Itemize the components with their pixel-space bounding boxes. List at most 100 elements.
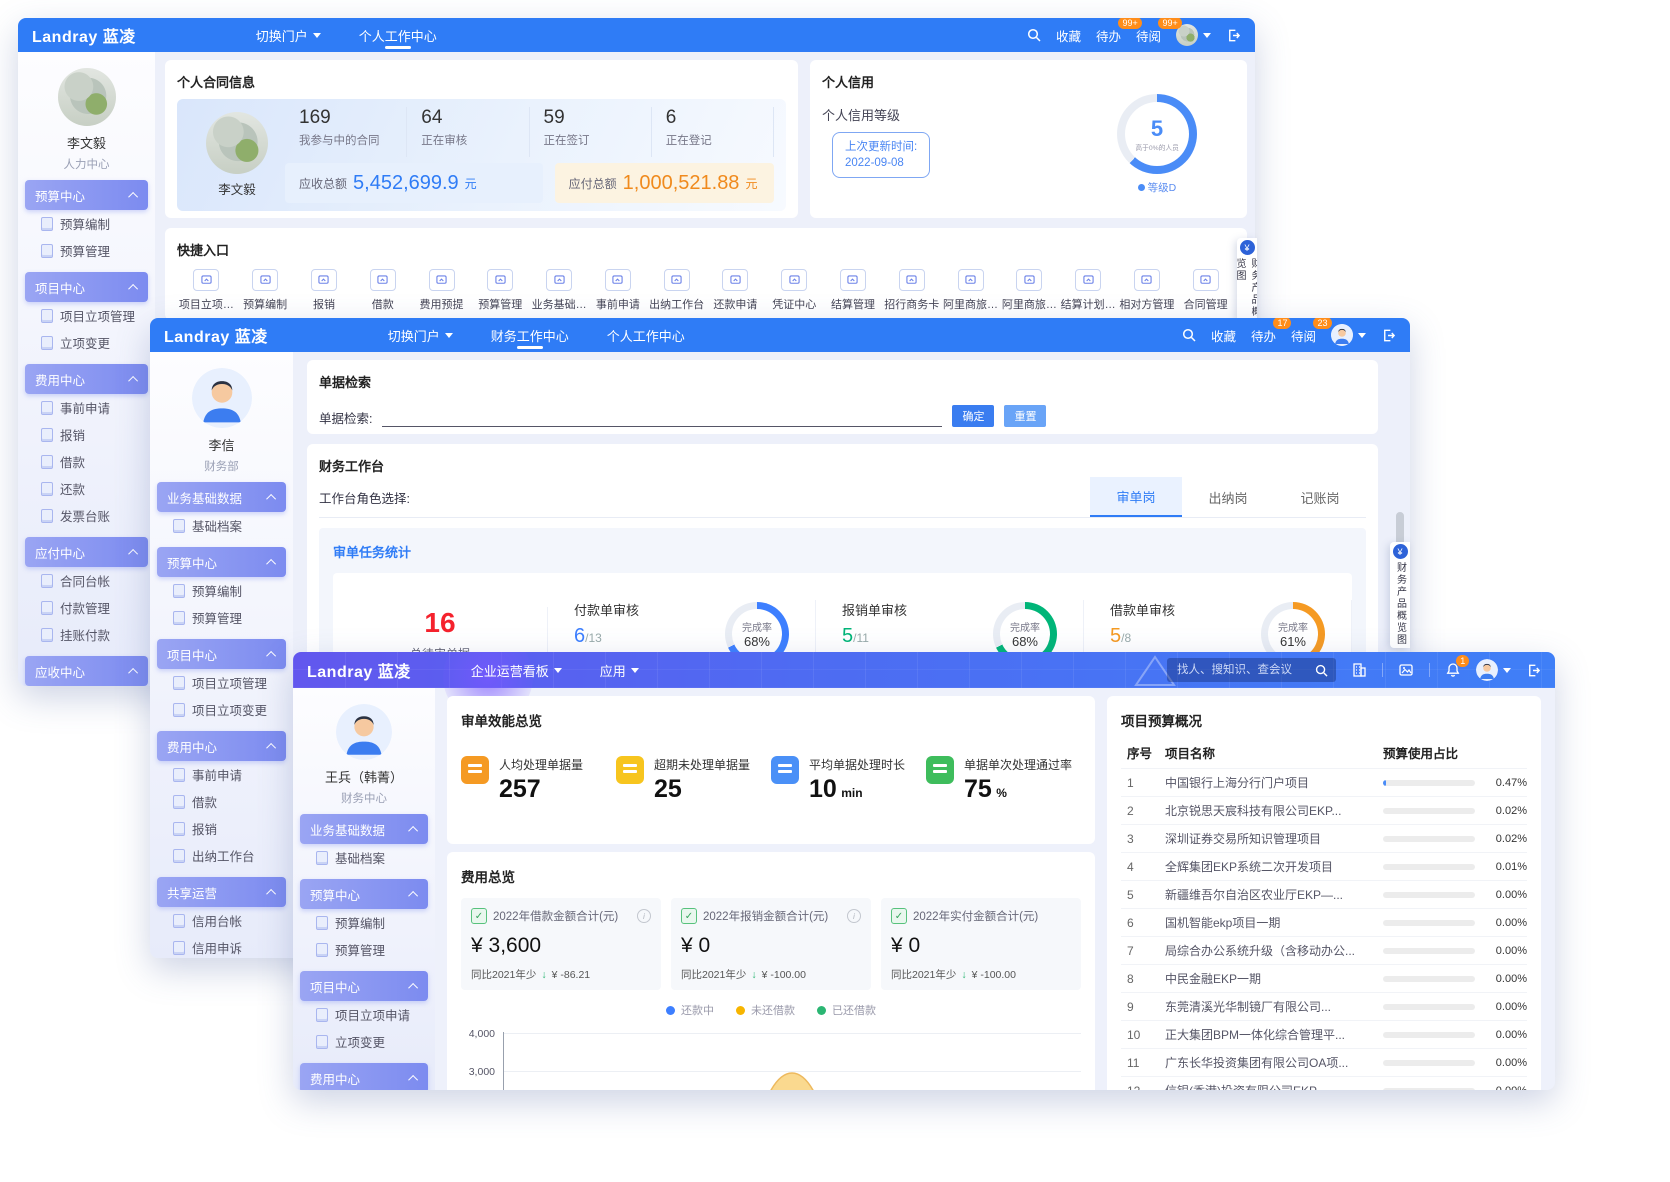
quick-entry-item[interactable]: 借款 (353, 269, 412, 312)
table-row[interactable]: 1 中国银行上海分行门户项目 0.47% (1121, 768, 1527, 796)
table-row[interactable]: 8 中民金融EKP一期 0.00% (1121, 964, 1527, 992)
table-row[interactable]: 9 东莞清溪光华制镜厂有限公司... 0.00% (1121, 992, 1527, 1020)
legend-item[interactable]: 未还借款 (736, 1002, 795, 1018)
sidebar-item[interactable]: 发票台账 (18, 502, 155, 529)
info-icon[interactable]: i (637, 909, 651, 923)
tab-audit-post[interactable]: 审单岗 (1090, 477, 1182, 517)
sidebar-section-basic-data[interactable]: 业务基础数据 (157, 482, 286, 512)
sidebar-item[interactable]: 项目立项变更 (150, 696, 293, 723)
sidebar-item[interactable]: 项目立项管理 (150, 669, 293, 696)
quick-entry-item[interactable]: 业务基础… (530, 269, 589, 312)
favorites-link[interactable]: 收藏 (1056, 26, 1081, 45)
w1-sidebar-avatar[interactable] (58, 68, 116, 126)
sidebar-item[interactable]: 信用申诉 (150, 934, 293, 958)
w2-tab-finance-workcenter[interactable]: 财务工作中心 (491, 318, 569, 352)
sidebar-section-budget[interactable]: 预算中心 (157, 547, 286, 577)
sidebar-section-budget[interactable]: 预算中心 (300, 879, 428, 909)
quick-entry-item[interactable]: 还款申请 (706, 269, 765, 312)
table-row[interactable]: 11 广东长华投资集团有限公司OA项... 0.00% (1121, 1048, 1527, 1076)
reset-button[interactable]: 重置 (1004, 405, 1046, 427)
sidebar-item[interactable]: 项目立项管理 (18, 302, 155, 329)
w3-user-menu[interactable] (1476, 659, 1511, 681)
sidebar-item[interactable]: 还款 (18, 475, 155, 502)
sidebar-item[interactable]: 项目立项申请 (293, 1001, 435, 1028)
table-row[interactable]: 6 国机智能ekp项目一期 0.00% (1121, 908, 1527, 936)
w3-sidebar-avatar[interactable] (336, 704, 392, 760)
sidebar-item[interactable]: 立项变更 (293, 1028, 435, 1055)
quick-entry-item[interactable]: 结算计划… (1059, 269, 1118, 312)
quick-entry-item[interactable]: 阿里商旅… (1000, 269, 1059, 312)
legend-item[interactable]: 还款中 (666, 1002, 714, 1018)
sidebar-item[interactable]: 借款 (150, 788, 293, 815)
tab-cashier-post[interactable]: 出纳岗 (1182, 477, 1274, 517)
search-icon[interactable] (1182, 328, 1196, 342)
sidebar-item[interactable]: 预算编制 (293, 909, 435, 936)
quick-entry-item[interactable]: 预算编制 (236, 269, 295, 312)
legend-item[interactable]: 已还借款 (817, 1002, 876, 1018)
quick-entry-item[interactable]: 预算管理 (471, 269, 530, 312)
sidebar-item[interactable]: 出纳工作台 (150, 842, 293, 869)
sidebar-item[interactable]: 预算编制 (18, 210, 155, 237)
table-row[interactable]: 12 信银(香港)投资有限公司EKP... 0.00% (1121, 1076, 1527, 1090)
sidebar-item[interactable]: 报销 (18, 421, 155, 448)
sidebar-item[interactable]: 预算管理 (18, 237, 155, 264)
w2-user-menu[interactable] (1331, 324, 1366, 346)
w1-tab-personal-workcenter[interactable]: 个人工作中心 (359, 18, 437, 52)
table-row[interactable]: 7 局综合办公系统升级（含移动办公... 0.00% (1121, 936, 1527, 964)
quick-entry-item[interactable]: 合同管理 (1176, 269, 1235, 312)
credit-update-chip[interactable]: 上次更新时间: 2022-09-08 (832, 132, 930, 178)
sidebar-section-budget[interactable]: 预算中心 (25, 180, 148, 210)
confirm-button[interactable]: 确定 (952, 405, 994, 427)
finance-product-overview-tag[interactable]: ¥ 财务产品概览图 (1390, 542, 1410, 648)
sidebar-item[interactable]: 事前申请 (18, 394, 155, 421)
w3-ops-board-menu[interactable]: 企业运营看板 (471, 652, 562, 688)
toread-link[interactable]: 待阅99+ (1136, 26, 1161, 45)
search-icon[interactable] (1027, 28, 1041, 42)
doc-search-input[interactable] (382, 410, 942, 427)
global-search[interactable] (1167, 658, 1336, 682)
favorites-link[interactable]: 收藏 (1211, 326, 1236, 345)
sidebar-section-expense[interactable]: 费用中心 (25, 364, 148, 394)
quick-entry-item[interactable]: 出纳工作台 (647, 269, 706, 312)
sidebar-item[interactable]: 预算编制 (150, 577, 293, 604)
logout-icon[interactable] (1526, 663, 1541, 678)
quick-entry-item[interactable]: 事前申请 (588, 269, 647, 312)
sidebar-section-expense[interactable]: 费用中心 (300, 1063, 428, 1090)
sidebar-item[interactable]: 挂账付款 (18, 621, 155, 648)
table-row[interactable]: 4 全辉集团EKP系统二次开发项目 0.01% (1121, 852, 1527, 880)
sidebar-item[interactable]: 基础档案 (150, 512, 293, 539)
table-row[interactable]: 5 新疆维吾尔自治区农业厅EKP—... 0.00% (1121, 880, 1527, 908)
quick-entry-item[interactable]: 项目立项… (177, 269, 236, 312)
gallery-icon[interactable] (1398, 662, 1414, 678)
info-icon[interactable]: i (847, 909, 861, 923)
tab-bookkeeping-post[interactable]: 记账岗 (1274, 477, 1366, 517)
sidebar-item[interactable]: 信用台帐 (150, 907, 293, 934)
sidebar-item[interactable]: 借款 (18, 448, 155, 475)
table-row[interactable]: 2 北京锐思天宸科技有限公司EKP... 0.02% (1121, 796, 1527, 824)
quick-entry-item[interactable]: 报销 (295, 269, 354, 312)
logout-icon[interactable] (1226, 28, 1241, 43)
quick-entry-item[interactable]: 结算管理 (824, 269, 883, 312)
w3-apps-menu[interactable]: 应用 (600, 652, 639, 688)
sidebar-item[interactable]: 预算管理 (150, 604, 293, 631)
sidebar-section-project[interactable]: 项目中心 (300, 971, 428, 1001)
sidebar-section-expense[interactable]: 费用中心 (157, 731, 286, 761)
quick-entry-item[interactable]: 凭证中心 (765, 269, 824, 312)
quick-entry-item[interactable]: 相对方管理 (1118, 269, 1177, 312)
expense-summary-card[interactable]: ✓ 2022年借款金额合计(元) i ¥ 3,600 同比2021年少 ↓ ¥ … (461, 898, 661, 990)
w2-tab-personal-workcenter[interactable]: 个人工作中心 (607, 318, 685, 352)
todo-link[interactable]: 待办99+ (1096, 26, 1121, 45)
sidebar-item[interactable]: 预算管理 (293, 936, 435, 963)
sidebar-item[interactable]: 事前申请 (150, 761, 293, 788)
sidebar-item[interactable]: 基础档案 (293, 844, 435, 871)
logout-icon[interactable] (1381, 328, 1396, 343)
w2-sidebar-avatar[interactable] (192, 368, 252, 428)
expense-summary-card[interactable]: ✓ 2022年报销金额合计(元) i ¥ 0 同比2021年少 ↓ ¥ -100… (671, 898, 871, 990)
sidebar-section-basic-data[interactable]: 业务基础数据 (300, 814, 428, 844)
sidebar-item[interactable]: 报销 (150, 815, 293, 842)
w1-portal-switcher[interactable]: 切换门户 (256, 18, 321, 52)
sidebar-section-project[interactable]: 项目中心 (25, 272, 148, 302)
sidebar-item[interactable]: 合同台帐 (18, 567, 155, 594)
table-row[interactable]: 3 深圳证券交易所知识管理项目 0.02% (1121, 824, 1527, 852)
sidebar-section-project[interactable]: 项目中心 (157, 639, 286, 669)
